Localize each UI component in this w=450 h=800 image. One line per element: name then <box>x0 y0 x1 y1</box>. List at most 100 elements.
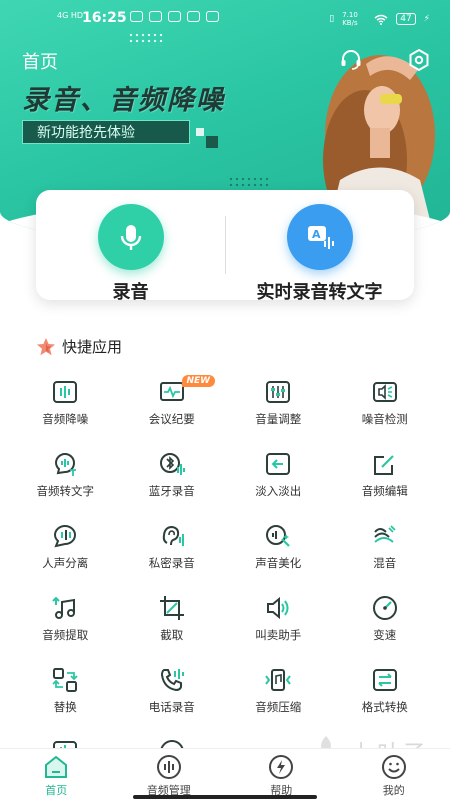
app-notification-icon <box>168 11 181 22</box>
settings-icon[interactable] <box>407 48 431 72</box>
tool-label: 淡入淡出 <box>255 484 302 498</box>
tool-label: 声音美化 <box>255 556 302 570</box>
tool-format-convert[interactable]: 格式转换 <box>332 660 439 732</box>
mix-icon <box>373 525 396 543</box>
banner-headline: 录音、音频降噪 <box>22 85 225 116</box>
tool-label: 音频编辑 <box>361 484 408 498</box>
tool-label: 叫卖助手 <box>255 628 302 642</box>
profile-icon <box>381 755 406 779</box>
speaker-icon <box>267 596 289 620</box>
status-bar: 4G HD 16:25 ▯ 7.10 KB/s 47 ⚡ <box>0 0 450 38</box>
tool-label: 音频降噪 <box>42 412 89 426</box>
nav-audio-manage[interactable]: 音频管理 <box>113 749 226 800</box>
wifi-icon <box>374 14 388 25</box>
audio-compress-icon <box>265 669 292 691</box>
decor-dots <box>228 176 268 186</box>
home-icon <box>45 755 68 778</box>
tool-audio-to-text[interactable]: 音频转文字 <box>12 444 119 516</box>
status-time: 16:25 <box>82 10 127 26</box>
quick-apps-header: 快捷应用 <box>36 336 122 357</box>
tool-label: 音频压缩 <box>255 700 302 714</box>
tool-speed[interactable]: 变速 <box>332 588 439 660</box>
speech-to-text-icon: A <box>286 204 353 270</box>
nav-profile[interactable]: 我的 <box>338 749 450 800</box>
private-record-icon <box>162 525 184 546</box>
network-speed: 7.10 KB/s <box>342 11 358 27</box>
app-notification-icon <box>206 11 219 22</box>
charging-icon: ⚡ <box>423 14 430 24</box>
nav-help[interactable]: 帮助 <box>225 749 338 800</box>
tool-speaker[interactable]: 叫卖助手 <box>225 588 332 660</box>
noise-detect-icon <box>372 382 397 402</box>
help-icon <box>269 755 294 779</box>
home-indicator[interactable] <box>133 795 317 799</box>
tool-label: 电话录音 <box>148 700 195 714</box>
tool-audio-edit[interactable]: 音频编辑 <box>332 444 439 516</box>
nav-label: 我的 <box>382 784 405 797</box>
audio-manage-icon <box>156 755 181 779</box>
decor-square <box>206 136 218 148</box>
bluetooth-record-icon <box>159 453 185 475</box>
tool-mix[interactable]: 混音 <box>332 516 439 588</box>
fade-icon <box>266 453 291 475</box>
decor-square <box>196 128 204 136</box>
app-notification-icon <box>149 11 162 22</box>
customer-service-icon[interactable] <box>339 48 363 72</box>
tool-bluetooth-record[interactable]: 蓝牙录音 <box>119 444 226 516</box>
audio-to-text-icon <box>55 453 77 476</box>
voice-beautify-icon <box>266 525 291 547</box>
tool-audio-compress[interactable]: 音频压缩 <box>225 660 332 732</box>
bottom-nav: 首页 音频管理 帮助 我的 <box>0 748 450 800</box>
microphone-icon <box>97 204 164 270</box>
new-badge: NEW <box>181 375 216 387</box>
replace-icon <box>52 668 78 692</box>
star-icon <box>37 337 55 355</box>
tool-crop[interactable]: 截取 <box>119 588 226 660</box>
tool-replace[interactable]: 替换 <box>12 660 119 732</box>
record-label: 录音 <box>112 282 149 303</box>
tool-volume-adjust[interactable]: 音量调整 <box>225 372 332 444</box>
tool-label: 音量调整 <box>255 412 302 426</box>
tool-label: 音频转文字 <box>36 484 95 498</box>
tool-noise-reduction[interactable]: 音频降噪 <box>12 372 119 444</box>
crop-icon <box>159 596 184 620</box>
tool-fade[interactable]: 淡入淡出 <box>225 444 332 516</box>
battery-indicator: 47 <box>396 13 416 25</box>
vibrate-icon: ▯ <box>329 14 335 24</box>
tool-voice-beautify[interactable]: 声音美化 <box>225 516 332 588</box>
tool-label: 格式转换 <box>361 700 408 714</box>
quick-apps-title: 快捷应用 <box>62 338 123 356</box>
tool-label: 噪音检测 <box>361 412 408 426</box>
banner-tagline[interactable]: 新功能抢先体验 <box>22 120 190 144</box>
tool-label: 变速 <box>373 628 397 642</box>
notification-icons <box>130 11 219 22</box>
tool-label: 蓝牙录音 <box>148 484 195 498</box>
meeting-notes-icon <box>159 382 184 401</box>
tool-audio-extract[interactable]: 音频提取 <box>12 588 119 660</box>
tool-label: 人声分离 <box>42 556 89 570</box>
tool-phone-record[interactable]: 电话录音 <box>119 660 226 732</box>
speech-to-text-button[interactable]: A 实时录音转文字 <box>225 204 414 304</box>
tool-label: 音频提取 <box>42 628 89 642</box>
nav-home[interactable]: 首页 <box>0 749 113 800</box>
tool-label: 替换 <box>53 700 77 714</box>
main-actions-card: 录音 A 实时录音转文字 <box>36 190 414 303</box>
svg-text:A: A <box>312 228 321 241</box>
tool-label: 会议纪要 <box>148 412 195 426</box>
format-convert-icon <box>372 669 397 691</box>
volume-adjust-icon <box>266 381 291 403</box>
tool-private-record[interactable]: 私密录音 <box>119 516 226 588</box>
speed-icon <box>372 596 397 620</box>
tool-noise-detect[interactable]: 噪音检测 <box>332 372 439 444</box>
tool-voice-separate[interactable]: 人声分离 <box>12 516 119 588</box>
app-notification-icon <box>130 11 143 22</box>
audio-edit-icon <box>373 455 394 475</box>
tool-label: 截取 <box>160 628 184 642</box>
tool-meeting-notes[interactable]: NEW 会议纪要 <box>119 372 226 444</box>
tool-label: 混音 <box>373 556 397 570</box>
noise-reduction-icon <box>53 381 78 403</box>
voice-separate-icon <box>54 525 77 548</box>
status-right: ▯ 7.10 KB/s 47 ⚡ <box>329 11 430 27</box>
nav-label: 首页 <box>45 784 68 797</box>
record-button[interactable]: 录音 <box>36 204 225 304</box>
